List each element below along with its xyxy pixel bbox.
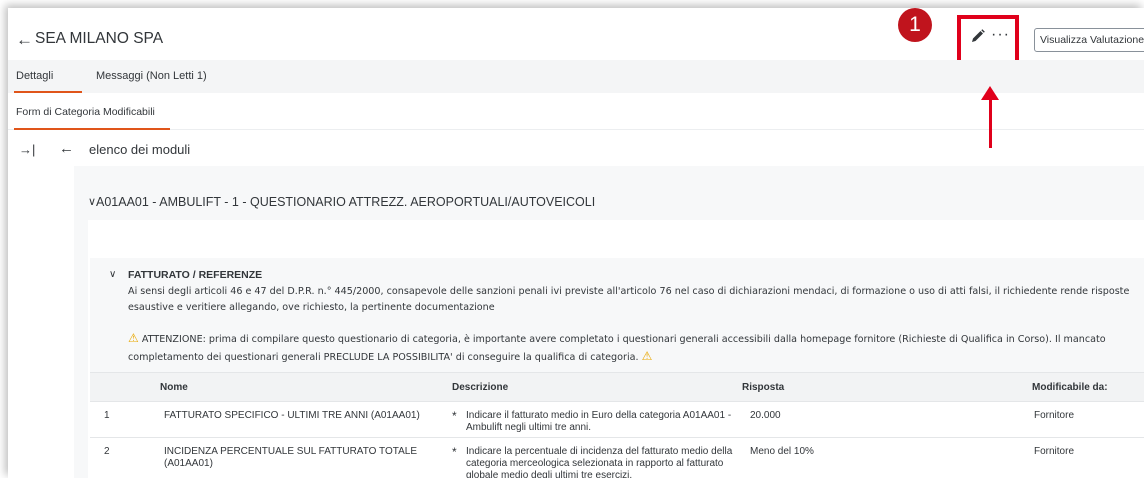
row-number: 2 [104,446,110,457]
column-header-modificabile: Modificabile da: [1032,382,1108,393]
column-header-nome: Nome [160,382,188,393]
active-tab-indicator [14,91,82,93]
column-header-descrizione: Descrizione [452,382,509,393]
tab-bar: Dettagli Messaggi (Non Letti 1) [8,60,1144,93]
row-number: 1 [104,410,110,421]
more-options-icon[interactable]: ··· [991,26,1010,44]
chevron-down-icon[interactable]: ∨ [88,195,96,208]
row-nome: INCIDENZA PERCENTUALE SUL FATTURATO TOTA… [164,446,418,469]
group-chevron-down-icon[interactable]: ∨ [109,269,116,280]
back-arrow-icon[interactable]: ← [16,30,33,50]
section-title: A01AA01 - AMBULIFT - 1 - QUESTIONARIO AT… [96,195,596,209]
view-evaluation-button[interactable]: Visualizza Valutazione [1034,28,1144,52]
row-modificabile: Fornitore [1034,446,1075,457]
step-badge: 1 [898,8,932,42]
row-risposta: 20.000 [750,410,781,421]
pencil-icon[interactable] [970,28,986,44]
subtab-form-categoria[interactable]: Form di Categoria Modificabili [16,106,155,118]
group-title: FATTURATO / REFERENZE [128,269,263,281]
tab-messaggi[interactable]: Messaggi (Non Letti 1) [96,70,207,82]
group-description: Ai sensi degli articoli 46 e 47 del D.P.… [128,286,1130,313]
column-header-risposta: Risposta [742,382,785,393]
subtab-bar: Form di Categoria Modificabili [8,94,1144,130]
nav-back-arrow-icon[interactable]: ← [59,140,74,157]
tab-dettagli[interactable]: Dettagli [16,70,53,82]
warning-icon-trailing: ⚠ [641,349,653,363]
row-risposta: Meno del 10% [750,446,814,457]
row-modificabile: Fornitore [1034,410,1075,421]
section-header[interactable]: ∨ A01AA01 - AMBULIFT - 1 - QUESTIONARIO … [74,184,1144,220]
warning-icon: ⚠ [128,331,139,345]
page-title: SEA MILANO SPA [35,30,164,47]
row-descrizione: Indicare il fatturato medio in Euro dell… [466,410,732,433]
table-row[interactable]: 1 FATTURATO SPECIFICO - ULTIMI TRE ANNI … [90,402,1144,438]
module-list-link[interactable]: elenco dei moduli [89,142,190,157]
app-window: ← SEA MILANO SPA 1 ··· Visualizza Valuta… [8,8,1144,478]
required-asterisk: * [452,409,457,423]
warning-message: ⚠ ATTENZIONE: prima di compilare questo … [128,330,1140,366]
table-header: Nome Descrizione Risposta Modificabile d… [90,372,1144,402]
module-nav-row: →| ← elenco dei moduli [8,130,1144,166]
collapse-panel-icon[interactable]: →| [19,142,35,157]
warning-text: ATTENZIONE: prima di compilare questo qu… [128,334,1106,363]
table-row[interactable]: 2 INCIDENZA PERCENTUALE SUL FATTURATO TO… [90,438,1144,478]
row-nome: FATTURATO SPECIFICO - ULTIMI TRE ANNI (A… [164,410,420,421]
required-asterisk: * [452,445,457,459]
row-descrizione: Indicare la percentuale di incidenza del… [466,446,733,478]
